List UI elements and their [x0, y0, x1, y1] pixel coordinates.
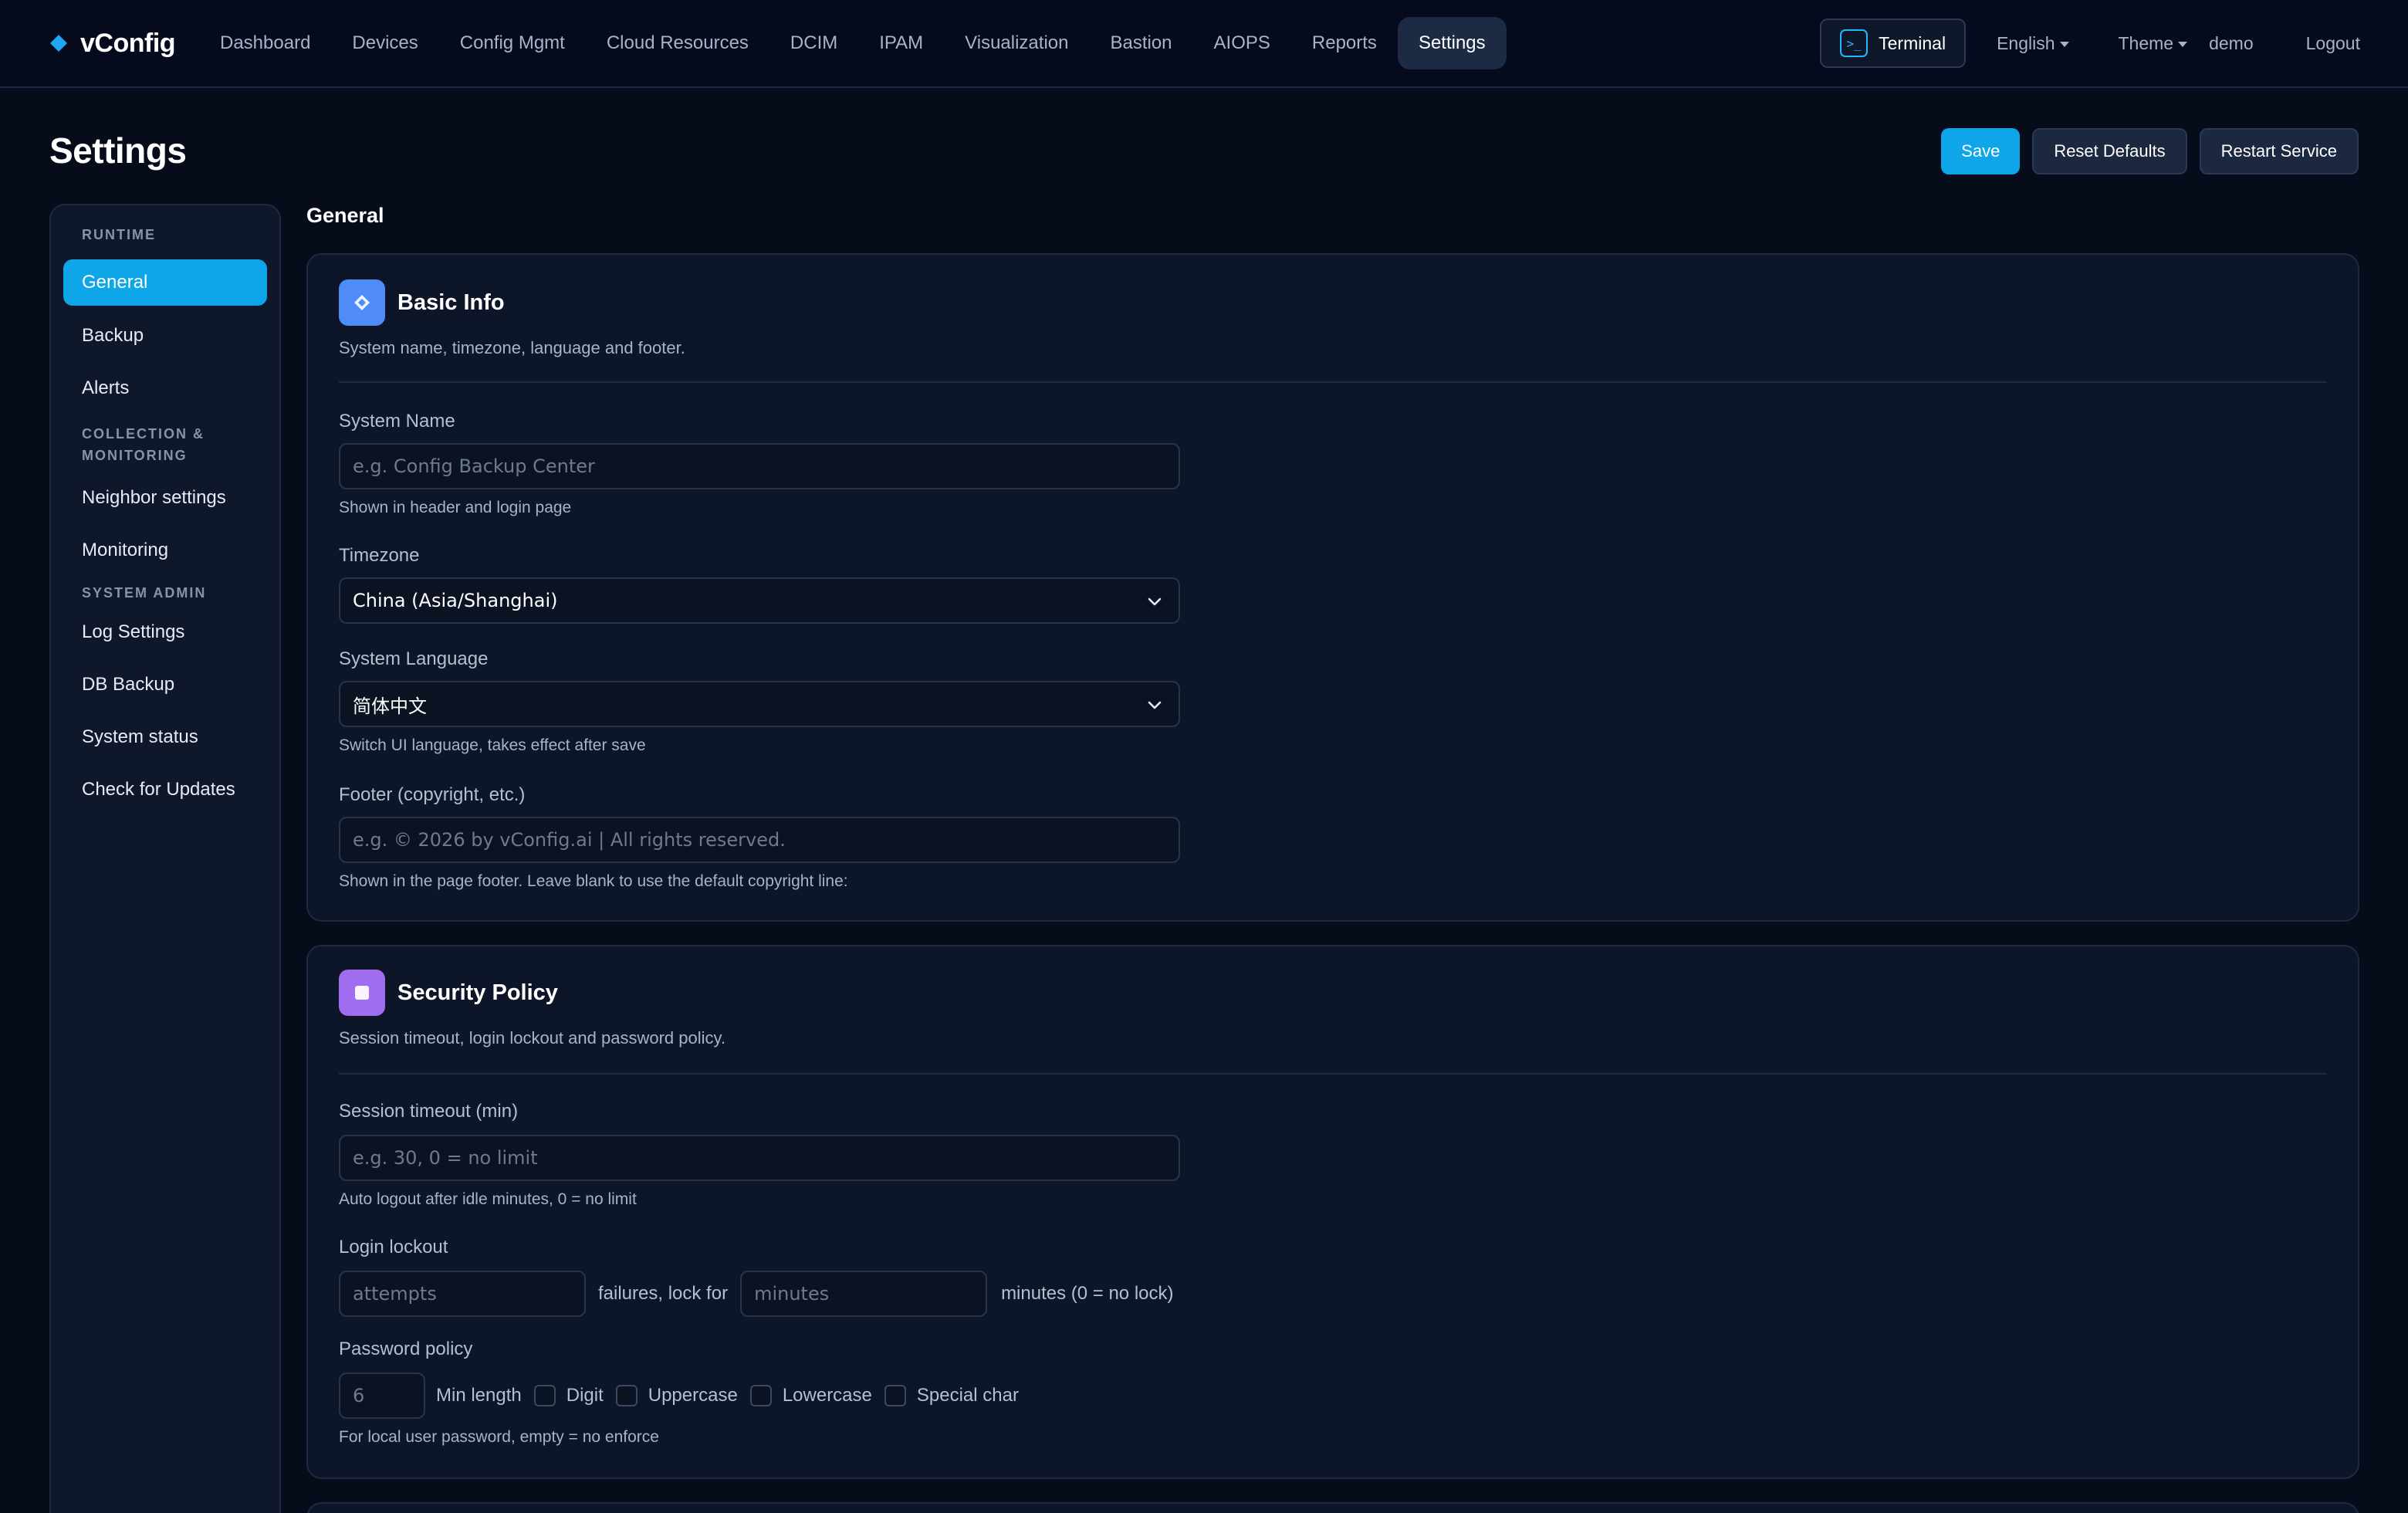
next-card [306, 1502, 2359, 1513]
card-title: Security Policy [397, 980, 558, 1005]
nav-item-aiops[interactable]: AIOPS [1193, 17, 1291, 69]
reset-defaults-button[interactable]: Reset Defaults [2032, 128, 2187, 174]
system-language-select[interactable]: 简体中文 [339, 681, 1180, 727]
nav-item-ipam[interactable]: IPAM [858, 17, 944, 69]
restart-service-button[interactable]: Restart Service [2199, 128, 2359, 174]
system-language-hint: Switch UI language, takes effect after s… [339, 736, 646, 754]
min-length-label: Min length [436, 1385, 522, 1406]
timezone-select[interactable]: China (Asia/Shanghai) [339, 577, 1180, 624]
sidebar-item-log-settings[interactable]: Log Settings [63, 608, 267, 656]
timezone-value: China (Asia/Shanghai) [353, 590, 558, 611]
system-language-value: 简体中文 [353, 695, 427, 717]
terminal-icon: >_ [1840, 29, 1869, 57]
chevron-down-icon [1148, 701, 1162, 709]
sidebar-item-system-status[interactable]: System status [63, 713, 267, 761]
special-char-label: Special char [916, 1385, 1019, 1406]
login-lockout-row: failures, lock for minutes (0 = no lock) [339, 1271, 1186, 1317]
special-char-checkbox[interactable] [884, 1385, 906, 1406]
header-actions: Save Reset Defaults Restart Service [1929, 128, 2359, 174]
user-menu[interactable]: demo [2209, 33, 2254, 54]
settings-sidebar: RUNTIME General Backup Alerts COLLECTION… [49, 204, 281, 1513]
caret-down-icon [2178, 42, 2188, 47]
top-navbar: vConfig Dashboard Devices Config Mgmt Cl… [0, 0, 2408, 88]
brand-name: vConfig [80, 28, 176, 58]
system-language-label: System Language [339, 648, 489, 669]
uppercase-checkbox[interactable] [615, 1385, 638, 1406]
nav-item-dashboard[interactable]: Dashboard [199, 17, 331, 69]
sidebar-item-check-for-updates[interactable]: Check for Updates [63, 766, 267, 814]
chevron-down-icon [1148, 597, 1162, 606]
shield-icon [339, 970, 385, 1016]
divider [339, 381, 2327, 383]
system-name-input[interactable] [339, 443, 1180, 489]
card-description: Session timeout, login lockout and passw… [339, 1028, 725, 1048]
sidebar-item-db-backup[interactable]: DB Backup [63, 661, 267, 709]
sidebar-section-runtime: RUNTIME [82, 227, 156, 242]
card-title: Basic Info [397, 289, 505, 315]
footer-label: Footer (copyright, etc.) [339, 784, 526, 805]
theme-label: Theme [2118, 32, 2174, 53]
password-policy-hint: For local user password, empty = no enfo… [339, 1428, 659, 1446]
nav-item-cloud-resources[interactable]: Cloud Resources [586, 17, 769, 69]
sidebar-item-neighbor-settings[interactable]: Neighbor settings [63, 474, 267, 522]
footer-hint: Shown in the page footer. Leave blank to… [339, 872, 848, 890]
min-length-input[interactable] [339, 1373, 425, 1419]
footer-input[interactable] [339, 817, 1180, 863]
brand[interactable]: vConfig [48, 28, 176, 59]
nav-item-bastion[interactable]: Bastion [1089, 17, 1192, 69]
lockout-minutes-input[interactable] [740, 1271, 988, 1317]
password-policy-label: Password policy [339, 1339, 473, 1359]
digit-checkbox[interactable] [533, 1385, 556, 1406]
sidebar-section-collection-monitoring: COLLECTION & MONITORING [82, 426, 205, 463]
nav-item-config-mgmt[interactable]: Config Mgmt [439, 17, 586, 69]
sidebar-item-alerts[interactable]: Alerts [63, 364, 267, 412]
language-dropdown[interactable]: English [1997, 32, 2069, 54]
security-policy-card: Security Policy Session timeout, login l… [306, 945, 2359, 1479]
nav-item-dcim[interactable]: DCIM [769, 17, 858, 69]
nav-item-devices[interactable]: Devices [331, 17, 438, 69]
digit-label: Digit [566, 1385, 604, 1406]
terminal-label: Terminal [1879, 32, 1946, 53]
session-timeout-hint: Auto logout after idle minutes, 0 = no l… [339, 1190, 637, 1208]
card-header: Security Policy [339, 970, 558, 1016]
password-policy-row: Min length Digit Uppercase Lowercase Spe… [339, 1373, 1030, 1419]
page-title: Settings [49, 130, 187, 171]
system-name-label: System Name [339, 411, 455, 432]
sidebar-item-general[interactable]: General [63, 259, 267, 306]
nav-item-settings[interactable]: Settings [1397, 17, 1507, 69]
nav-item-visualization[interactable]: Visualization [944, 17, 1089, 69]
card-header: Basic Info [339, 279, 505, 326]
language-label: English [1997, 32, 2055, 53]
lowercase-checkbox[interactable] [749, 1385, 772, 1406]
save-button[interactable]: Save [1941, 128, 2021, 174]
lowercase-label: Lowercase [782, 1385, 872, 1406]
nav-item-reports[interactable]: Reports [1291, 17, 1398, 69]
theme-dropdown[interactable]: Theme [2119, 33, 2188, 54]
lockout-attempts-input[interactable] [339, 1271, 586, 1317]
nav-right: >_ Terminal English Theme demo Logout [1820, 19, 2360, 68]
sidebar-item-backup[interactable]: Backup [63, 312, 267, 360]
caret-down-icon [2059, 42, 2069, 47]
terminal-button[interactable]: >_ Terminal [1820, 19, 1967, 68]
session-timeout-label: Session timeout (min) [339, 1101, 519, 1122]
card-description: System name, timezone, language and foot… [339, 338, 685, 357]
sidebar-item-monitoring[interactable]: Monitoring [63, 526, 267, 574]
system-name-hint: Shown in header and login page [339, 499, 572, 516]
login-lockout-label: Login lockout [339, 1237, 448, 1257]
session-timeout-input[interactable] [339, 1135, 1180, 1181]
basic-info-card: Basic Info System name, timezone, langua… [306, 253, 2359, 922]
main-nav: Dashboard Devices Config Mgmt Cloud Reso… [199, 17, 1507, 69]
uppercase-label: Uppercase [648, 1385, 738, 1406]
sidebar-section-system-admin: SYSTEM ADMIN [82, 585, 207, 601]
section-heading: General [306, 204, 384, 227]
lockout-suffix-text: minutes (0 = no lock) [1001, 1283, 1174, 1304]
diamond-icon [339, 279, 385, 326]
logout-link[interactable]: Logout [2306, 33, 2360, 54]
diamond-icon [48, 28, 69, 59]
divider [339, 1073, 2327, 1075]
lockout-middle-text: failures, lock for [598, 1283, 729, 1304]
timezone-label: Timezone [339, 545, 420, 566]
